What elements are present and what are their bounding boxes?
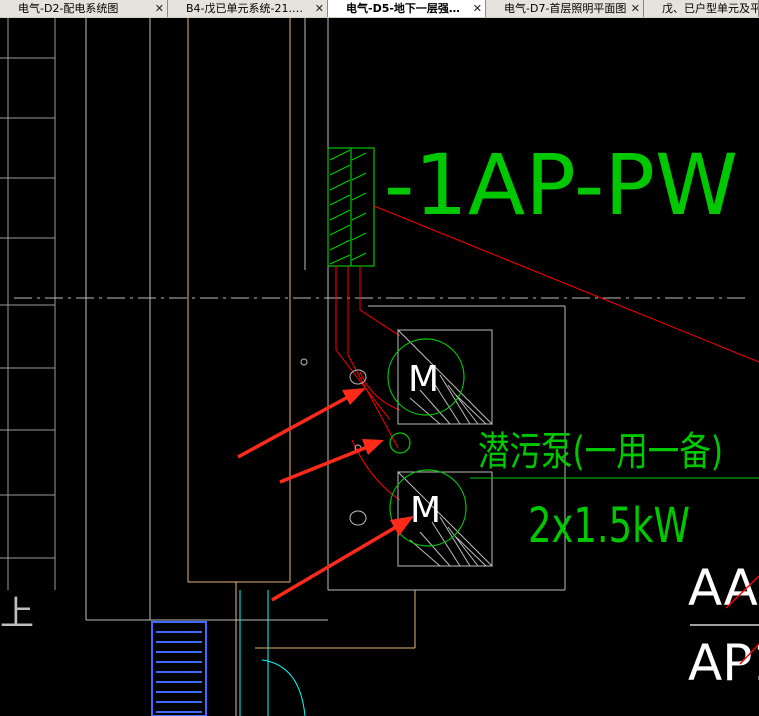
- motor-symbol-upper: M: [408, 359, 439, 400]
- pump-name-label: 潜污泵(一用一备): [478, 429, 723, 475]
- panel-label: -1AP-PW: [384, 136, 738, 234]
- close-icon[interactable]: ✕: [473, 0, 482, 17]
- right-label-bottom: AP1: [688, 634, 759, 692]
- left-edge-text: 上: [0, 594, 34, 634]
- tab-label: 电气-D5-地下一层强…: [346, 2, 460, 15]
- document-tab-bar: 电气-D2-配电系统图 ✕ B4-戊已单元系统-21.… ✕ 电气-D5-地下一…: [0, 0, 759, 19]
- tab-label: 电气-D2-配电系统图: [18, 2, 119, 15]
- tab-d2-distribution-system[interactable]: 电气-D2-配电系统图 ✕: [0, 0, 168, 17]
- tab-label: 戊、已户型单元及平: [662, 2, 759, 15]
- motor-symbol-lower: M: [410, 490, 441, 531]
- close-icon[interactable]: ✕: [155, 0, 164, 17]
- close-icon[interactable]: ✕: [315, 0, 324, 17]
- tab-d7-lighting-plan[interactable]: 电气-D7-首层照明平面图 ✕: [486, 0, 644, 17]
- tab-unit-plan[interactable]: 戊、已户型单元及平: [644, 0, 759, 17]
- close-icon[interactable]: ✕: [631, 0, 640, 17]
- tab-label: B4-戊已单元系统-21.…: [186, 2, 303, 15]
- right-label-top: AA1: [688, 559, 759, 617]
- canvas-background: [0, 18, 759, 716]
- tab-label: 电气-D7-首层照明平面图: [504, 2, 627, 15]
- cad-drawing-canvas[interactable]: 上 -1AP-PW M M 潜污泵(一用一备) 2x1.5kW AA AP: [0, 18, 759, 716]
- tab-d5-basement-power[interactable]: 电气-D5-地下一层强… ✕: [328, 0, 486, 17]
- pump-power-label: 2x1.5kW: [528, 498, 690, 554]
- tab-b4-unit-system[interactable]: B4-戊已单元系统-21.… ✕: [168, 0, 328, 17]
